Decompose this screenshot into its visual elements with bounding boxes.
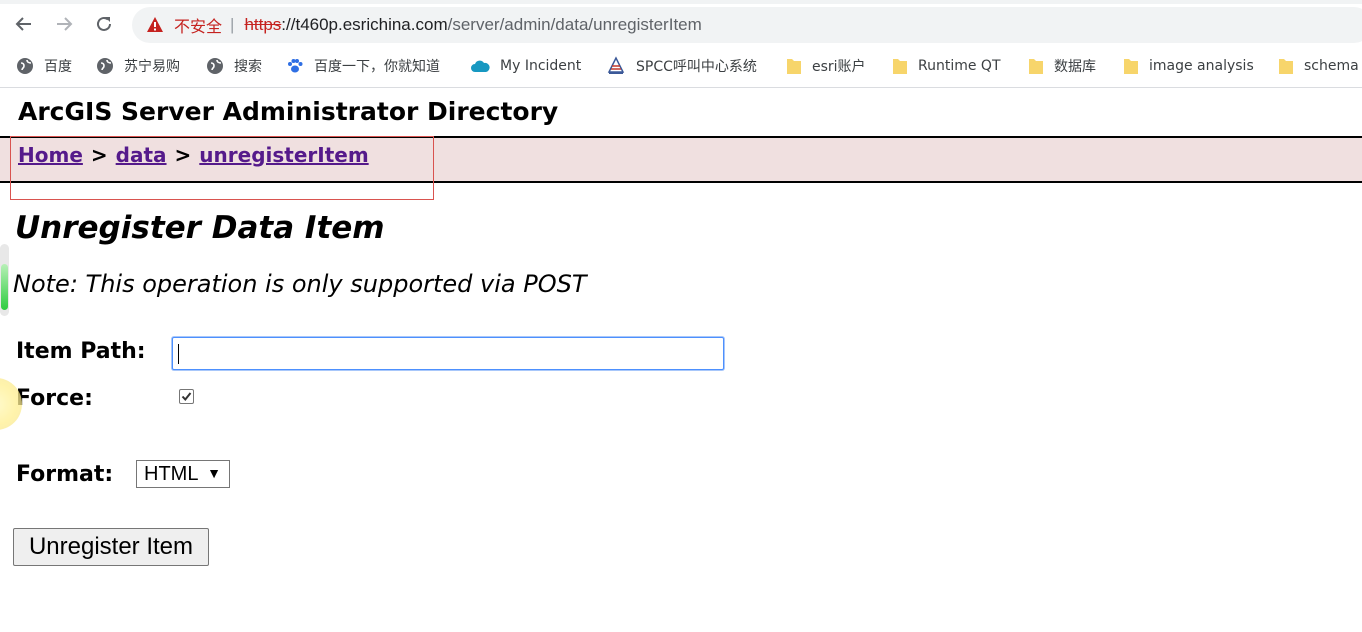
bookmark-label: 数据库 [1054,59,1096,75]
page-heading: Unregister Data Item [15,210,385,246]
highlight-box [10,136,434,200]
globe-icon [97,58,113,74]
omnibox-separator: | [230,15,235,34]
url-host: ://t460p.esrichina.com [281,15,448,34]
dropdown-arrow-icon: ▼ [207,465,221,481]
bookmark-label: 苏宁易购 [124,59,180,75]
globe-icon [207,58,223,74]
address-bar[interactable]: 不安全 | https://t460p.esrichina.com/server… [132,7,1362,43]
warning-icon [147,17,163,32]
bookmark-label: 百度一下，你就知道 [314,59,440,75]
item-path-label: Item Path: [16,339,146,364]
bookmark-label: 百度 [44,59,72,75]
bookmark-search[interactable]: 搜索 [206,56,262,76]
post-note: Note: This operation is only supported v… [13,270,587,298]
scroll-indicator [0,244,9,316]
bookmark-esri-account[interactable]: esri账户 [786,56,866,76]
bookmark-label: My Incident [500,58,582,74]
app-title: ArcGIS Server Administrator Directory [18,97,559,126]
reload-icon [97,16,111,31]
arrow-left-icon [15,17,31,31]
reload-button[interactable] [92,12,116,36]
bookmark-runtime-qt[interactable]: Runtime QT [892,56,1001,76]
folder-icon [1124,59,1138,74]
checkmark-icon [181,392,192,402]
forward-button[interactable] [52,12,76,36]
tabstrip-edge [0,0,1362,4]
back-button[interactable] [12,12,36,36]
bookmark-my-incident[interactable]: My Incident [470,56,581,76]
text-caret [178,344,179,364]
bookmark-label: 搜索 [234,59,262,75]
bookmark-label: schema [1304,58,1359,74]
url-path: /server/admin/data/unregisterItem [447,15,702,34]
tower-icon [607,56,625,74]
item-path-input[interactable] [172,337,724,370]
format-selected-value: HTML [144,462,199,485]
bookmark-label: image analysis [1149,58,1254,74]
scroll-indicator-fill [1,264,8,310]
paw-icon [288,59,303,73]
force-checkbox[interactable] [179,389,194,404]
folder-icon [1029,59,1043,74]
bookmark-database[interactable]: 数据库 [1028,56,1096,76]
format-label: Format: [16,462,114,487]
bookmarks-bar: 百度 苏宁易购 搜索 百度一下，你就知道 My Incident SPCC呼叫中… [0,48,1362,84]
browser-toolbar: 不安全 | https://t460p.esrichina.com/server… [0,0,1362,48]
bookmark-schema[interactable]: schema [1278,56,1359,76]
folder-icon [787,59,801,74]
bookmark-suning[interactable]: 苏宁易购 [96,56,180,76]
folder-icon [893,59,907,74]
security-status[interactable]: 不安全 [174,13,222,37]
force-label: Force: [16,386,93,411]
folder-icon [1279,59,1293,74]
bookmark-baidu[interactable]: 百度 [16,56,72,76]
url-scheme: https [244,15,282,34]
bookmark-image-analysis[interactable]: image analysis [1123,56,1254,76]
bookmark-label: SPCC呼叫中心系统 [636,59,757,75]
page-content: ArcGIS Server Administrator Directory Ho… [0,88,1362,632]
unregister-item-button[interactable]: Unregister Item [13,528,209,566]
cloud-icon [471,60,490,72]
format-select[interactable]: HTML ▼ [136,460,230,488]
globe-icon [17,58,33,74]
bookmark-spcc[interactable]: SPCC呼叫中心系统 [606,56,757,76]
bookmark-label: esri账户 [812,59,866,75]
bookmark-label: Runtime QT [918,58,1001,74]
arrow-right-icon [57,17,73,31]
bookmark-baidu-search[interactable]: 百度一下，你就知道 [286,56,440,76]
